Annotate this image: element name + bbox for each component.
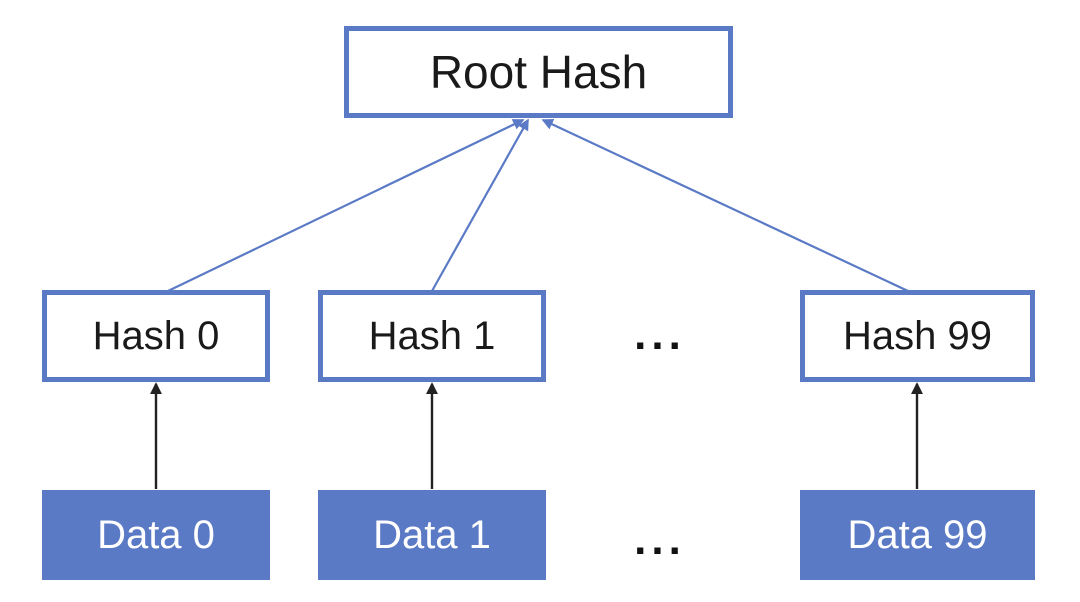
node-data-0[interactable]: Data 0 (42, 490, 270, 580)
ellipsis-data-row: ... (634, 515, 686, 564)
ellipsis-hash-row: ... (634, 310, 686, 359)
node-data-2-label: Data 99 (847, 513, 988, 557)
node-hash-2-label: Hash 99 (843, 314, 992, 358)
node-data-1[interactable]: Data 1 (318, 490, 546, 580)
node-root-hash-label: Root Hash (429, 46, 648, 98)
edge-hash-to-root-0 (167, 119, 525, 292)
node-hash-1[interactable]: Hash 1 (318, 290, 546, 382)
edges-hash-to-root (167, 118, 909, 292)
node-data-0-label: Data 0 (97, 513, 215, 557)
node-hash-1-label: Hash 1 (368, 314, 496, 358)
node-hash-2[interactable]: Hash 99 (800, 290, 1035, 382)
edge-hash-to-root-2 (541, 118, 909, 292)
edge-hash-to-root-1 (431, 118, 529, 292)
edges-data-to-hash (150, 382, 923, 489)
node-data-2[interactable]: Data 99 (800, 490, 1035, 580)
node-hash-0[interactable]: Hash 0 (42, 290, 270, 382)
node-root-hash[interactable]: Root Hash (344, 26, 733, 118)
node-hash-0-label: Hash 0 (92, 314, 220, 358)
node-data-1-label: Data 1 (373, 513, 491, 557)
merkle-tree-diagram: Root Hash Hash 0 Hash 1 Hash 99 Data 0 Data … (0, 0, 1080, 602)
